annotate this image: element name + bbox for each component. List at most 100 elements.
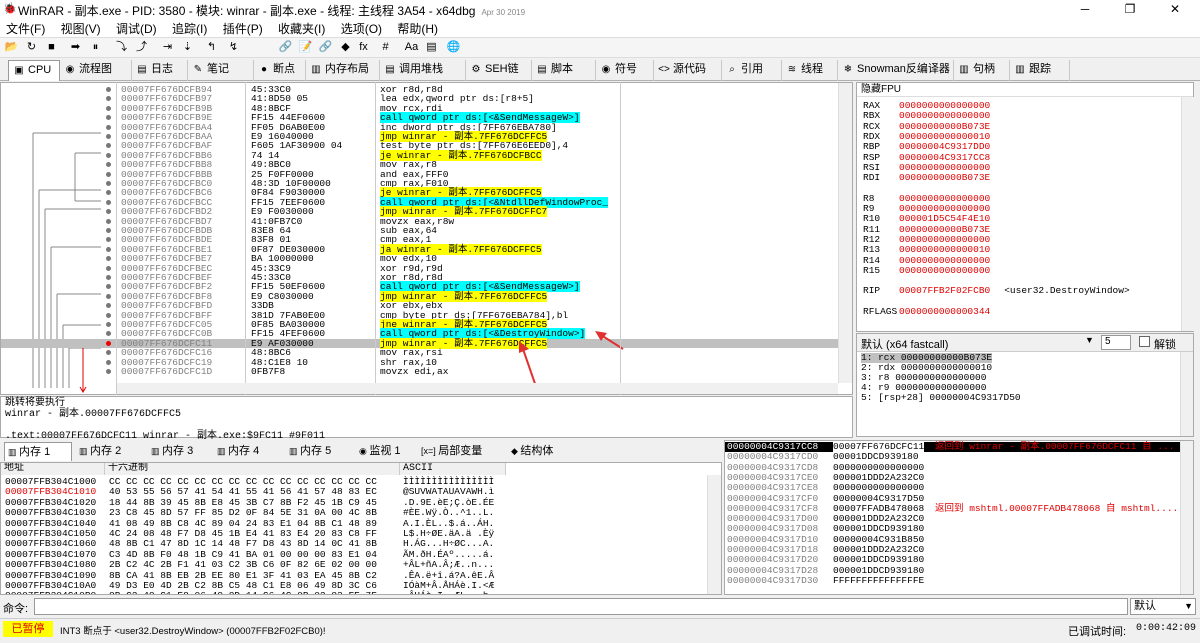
tab-threads[interactable]: ≋ 线程 xyxy=(782,60,838,81)
breakpoint-dot[interactable] xyxy=(106,359,111,365)
run-to-icon[interactable]: ⇥ xyxy=(160,40,175,55)
run-icon[interactable]: ➡ xyxy=(68,40,83,55)
breakpoint-dot[interactable] xyxy=(106,162,111,168)
breakpoint-dot[interactable] xyxy=(106,256,111,262)
unlock-checkbox[interactable] xyxy=(1139,336,1150,347)
arguments-scrollbar[interactable] xyxy=(1180,352,1193,436)
bookmark-icon[interactable]: ◆ xyxy=(338,40,353,55)
tab-watch-1[interactable]: ◉ 监视 1 xyxy=(356,442,412,461)
tab-dump-3[interactable]: ▥ 内存 3 xyxy=(148,442,210,461)
breakpoint-dot[interactable] xyxy=(106,190,111,196)
maximize-button[interactable]: ❐ xyxy=(1110,0,1150,18)
open-icon[interactable]: 📂 xyxy=(4,40,19,55)
breakpoint-dot[interactable] xyxy=(106,265,111,271)
comment-icon[interactable]: 📝 xyxy=(298,40,313,55)
breakpoint-dot[interactable] xyxy=(106,96,111,102)
font-icon[interactable]: Aa xyxy=(404,40,419,55)
tab-snowman[interactable]: ❄ Snowman反编译器 xyxy=(838,60,954,81)
breakpoint-dot[interactable] xyxy=(106,87,111,92)
breakpoint-dot[interactable] xyxy=(106,143,111,149)
close-button[interactable]: ✕ xyxy=(1155,0,1195,18)
breakpoint-dot[interactable] xyxy=(106,152,111,158)
stack-row[interactable]: 00000004C9317CD0 00001DDCD939180 xyxy=(725,452,1193,462)
tab-dump-2[interactable]: ▥ 内存 2 xyxy=(76,442,142,461)
tab-dump-4[interactable]: ▥ 内存 4 xyxy=(214,442,280,461)
tab-symbols[interactable]: ◉ 符号 xyxy=(596,60,654,81)
minimize-button[interactable]: ─ xyxy=(1065,0,1105,18)
restart-icon[interactable]: ↻ xyxy=(24,40,39,55)
tab-breakpoints[interactable]: ● 断点 xyxy=(254,60,306,81)
breakpoint-dot[interactable] xyxy=(106,171,111,177)
memory-dump-pane[interactable]: 地址 十六进制 ASCII 00007FFB304C1000 CC CC CC C… xyxy=(0,462,722,595)
menu-favourites[interactable]: 收藏夹(I) xyxy=(272,18,331,39)
stack-row[interactable]: 00000004C9317D30 FFFFFFFFFFFFFFFE xyxy=(725,575,1193,586)
tab-handles[interactable]: ▥ 句柄 xyxy=(954,60,1010,81)
menu-help[interactable]: 帮助(H) xyxy=(391,18,444,39)
tab-log[interactable]: ▤ 日志 xyxy=(132,60,188,81)
breakpoint-dot[interactable] xyxy=(106,340,111,346)
tab-seh-chain[interactable]: ⚙ SEH链 xyxy=(466,60,532,81)
breakpoint-dot[interactable] xyxy=(106,124,111,130)
breakpoint-dot[interactable] xyxy=(106,181,111,186)
menu-file[interactable]: 文件(F) xyxy=(0,18,51,39)
function-icon[interactable]: fx xyxy=(356,40,371,55)
breakpoint-dot[interactable] xyxy=(106,209,111,215)
menu-options[interactable]: 选项(O) xyxy=(335,18,388,39)
stack-row[interactable]: 00000004C9317CF0 00000004C9317D50 xyxy=(725,493,1193,504)
trace-icon[interactable]: ↯ xyxy=(226,40,241,55)
breakpoint-dot[interactable] xyxy=(106,134,111,139)
dump-scrollbar[interactable] xyxy=(707,475,721,594)
disasm-row[interactable]: 00007FF676DCFC1D 0FB7F8 movzx edi,ax xyxy=(1,367,839,376)
breakpoint-dot[interactable] xyxy=(106,105,111,111)
hash-icon[interactable]: # xyxy=(378,40,393,55)
execute-till-return-icon[interactable]: ⇣ xyxy=(180,40,195,55)
command-input[interactable] xyxy=(34,598,1128,615)
tab-memory-map[interactable]: ▥ 内存布局 xyxy=(306,60,380,81)
menu-view[interactable]: 视图(V) xyxy=(55,18,107,39)
hide-fpu-toggle[interactable]: 隐藏FPU xyxy=(857,83,1193,97)
pause-icon[interactable]: ⏸ xyxy=(88,40,103,55)
web-icon[interactable]: 🌐 xyxy=(446,40,461,55)
stack-scrollbar[interactable] xyxy=(1180,441,1193,594)
disassembly-hscrollbar[interactable] xyxy=(117,383,838,394)
disassembly-pane[interactable]: 00007FF676DCFB94 45:33C0 xor r8d,r8d 00007F… xyxy=(0,82,853,395)
tab-source[interactable]: <> 源代码 xyxy=(654,60,722,81)
link-icon[interactable]: 🔗 xyxy=(318,40,333,55)
breakpoint-dot[interactable] xyxy=(106,115,111,121)
breakpoint-dot[interactable] xyxy=(106,303,111,309)
calculator-icon[interactable]: ▤ xyxy=(424,40,439,55)
registers-pane[interactable]: 隐藏FPU RAX 0000000000000000 RBX 000000000000… xyxy=(856,82,1194,332)
register-row[interactable]: RFLAGS 0000000000000344 xyxy=(863,307,990,317)
register-row[interactable]: RIP 00007FFB2F02FCB0 <user32.DestroyWindow… xyxy=(863,286,1130,296)
breakpoint-dot[interactable] xyxy=(106,199,111,205)
tab-references[interactable]: ⌕ 引用 xyxy=(722,60,782,81)
menu-plugins[interactable]: 插件(P) xyxy=(217,18,269,39)
chevron-down-icon[interactable]: ▼ xyxy=(1085,335,1094,345)
breakpoint-dot[interactable] xyxy=(106,350,111,356)
stack-row[interactable]: 00000004C9317D08 000001DDCD939180 xyxy=(725,524,1193,534)
disassembly-scrollbar[interactable] xyxy=(838,83,852,383)
breakpoint-dot[interactable] xyxy=(106,218,111,224)
step-over-icon[interactable]: ⤴ xyxy=(134,40,149,55)
tab-notes[interactable]: ✎ 笔记 xyxy=(188,60,254,81)
breakpoint-dot[interactable] xyxy=(106,246,111,252)
register-row[interactable]: RDI 00000000000B073E xyxy=(863,173,990,183)
tab-flowchart[interactable]: ◉ 流程图 xyxy=(60,60,132,81)
argument-count-spinner[interactable]: 5 xyxy=(1101,335,1131,350)
menu-debug[interactable]: 调试(D) xyxy=(110,18,163,39)
breakpoint-dot[interactable] xyxy=(106,331,111,337)
registers-scrollbar[interactable] xyxy=(1181,97,1194,331)
register-row[interactable]: R15 0000000000000000 xyxy=(863,265,990,276)
breakpoint-dot[interactable] xyxy=(106,228,111,233)
tab-dump-5[interactable]: ▥ 内存 5 xyxy=(286,442,350,461)
breakpoint-dot[interactable] xyxy=(106,237,111,243)
breakpoint-dot[interactable] xyxy=(106,293,111,299)
breakpoint-dot[interactable] xyxy=(106,369,111,374)
stack-row[interactable]: 00000004C9317CE8 0000000000000000 xyxy=(725,483,1193,493)
command-mode-select[interactable]: 默认 ▼ xyxy=(1130,598,1196,615)
breakpoint-dot[interactable] xyxy=(106,312,111,318)
stop-icon[interactable]: ■ xyxy=(44,40,59,55)
script-icon[interactable]: 🔗 xyxy=(278,40,293,55)
tab-trace[interactable]: ▥ 跟踪 xyxy=(1010,60,1070,81)
tab-script[interactable]: ▤ 脚本 xyxy=(532,60,596,81)
